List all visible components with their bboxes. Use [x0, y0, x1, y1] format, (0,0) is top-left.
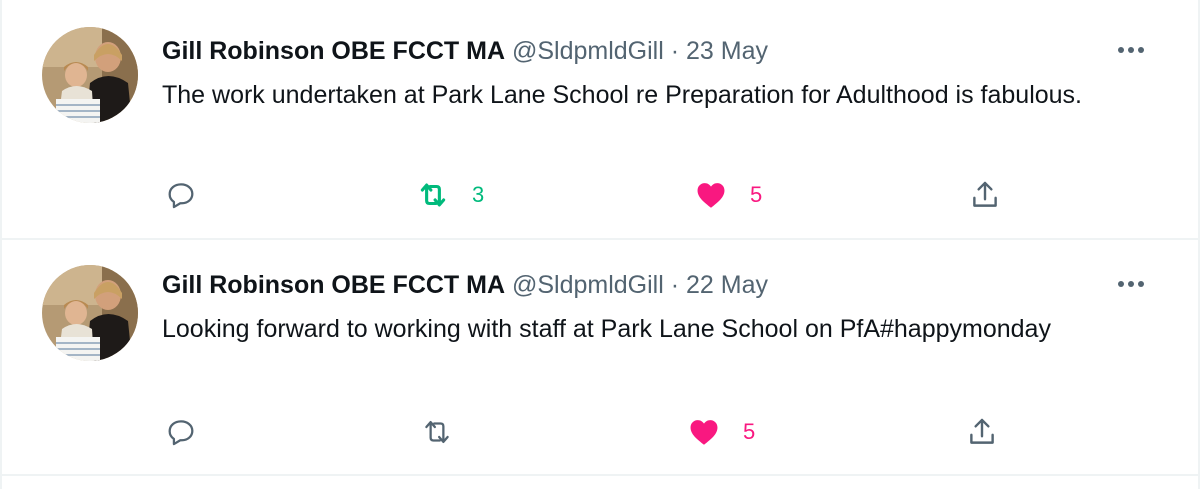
tweet-text: The work undertaken at Park Lane School …	[162, 81, 1083, 109]
reply-button[interactable]	[164, 175, 220, 215]
tweet[interactable]: Gill Robinson OBE FCCT MA @SldpmldGill ·…	[2, 0, 1198, 240]
retweet-arrows-icon	[425, 420, 449, 444]
more-options-button[interactable]	[1116, 274, 1146, 294]
tweet-header: Gill Robinson OBE FCCT MA @SldpmldGill ·…	[162, 36, 768, 66]
heart-icon	[697, 183, 725, 208]
profile-photo-avatar	[42, 27, 138, 123]
tweet[interactable]: Gill Robinson OBE FCCT MA @SldpmldGill ·…	[2, 240, 1198, 476]
tweet-date[interactable]: 22 May	[686, 271, 768, 299]
tweet-feed: Gill Robinson OBE FCCT MA @SldpmldGill ·…	[0, 0, 1200, 489]
heart-icon	[690, 420, 718, 445]
retweet-count: 3	[472, 182, 485, 207]
tweet-date[interactable]: 23 May	[686, 37, 768, 65]
like-count: 5	[750, 182, 763, 207]
reply-bubble-icon	[168, 183, 194, 209]
tweet-header: Gill Robinson OBE FCCT MA @SldpmldGill ·…	[162, 270, 768, 300]
separator-dot: ·	[670, 37, 680, 65]
reply-bubble-icon	[168, 420, 194, 446]
profile-photo-avatar	[42, 265, 138, 361]
more-dots-icon	[1118, 47, 1144, 53]
share-upload-icon	[973, 181, 997, 207]
author-handle[interactable]: @SldpmldGill	[512, 37, 664, 65]
tweet-actions: 5	[162, 412, 1198, 452]
tweet-text: Looking forward to working with staff at…	[162, 315, 1051, 343]
share-button[interactable]	[968, 175, 1002, 215]
author-name[interactable]: Gill Robinson OBE FCCT MA	[162, 37, 505, 65]
avatar[interactable]	[42, 27, 138, 123]
retweet-button[interactable]: 3	[416, 175, 484, 215]
retweet-button[interactable]	[420, 412, 476, 452]
reply-button[interactable]	[164, 412, 220, 452]
author-handle[interactable]: @SldpmldGill	[512, 271, 664, 299]
like-button[interactable]: 5	[694, 175, 762, 215]
like-count: 5	[743, 419, 756, 444]
separator-dot: ·	[670, 271, 680, 299]
like-button[interactable]: 5	[687, 412, 755, 452]
avatar[interactable]	[42, 265, 138, 361]
retweet-arrows-icon	[420, 183, 446, 207]
share-upload-icon	[970, 418, 994, 444]
more-options-button[interactable]	[1116, 40, 1146, 60]
share-button[interactable]	[965, 412, 999, 452]
more-dots-icon	[1118, 281, 1144, 287]
tweet-actions: 3 5	[162, 175, 1198, 215]
author-name[interactable]: Gill Robinson OBE FCCT MA	[162, 271, 505, 299]
